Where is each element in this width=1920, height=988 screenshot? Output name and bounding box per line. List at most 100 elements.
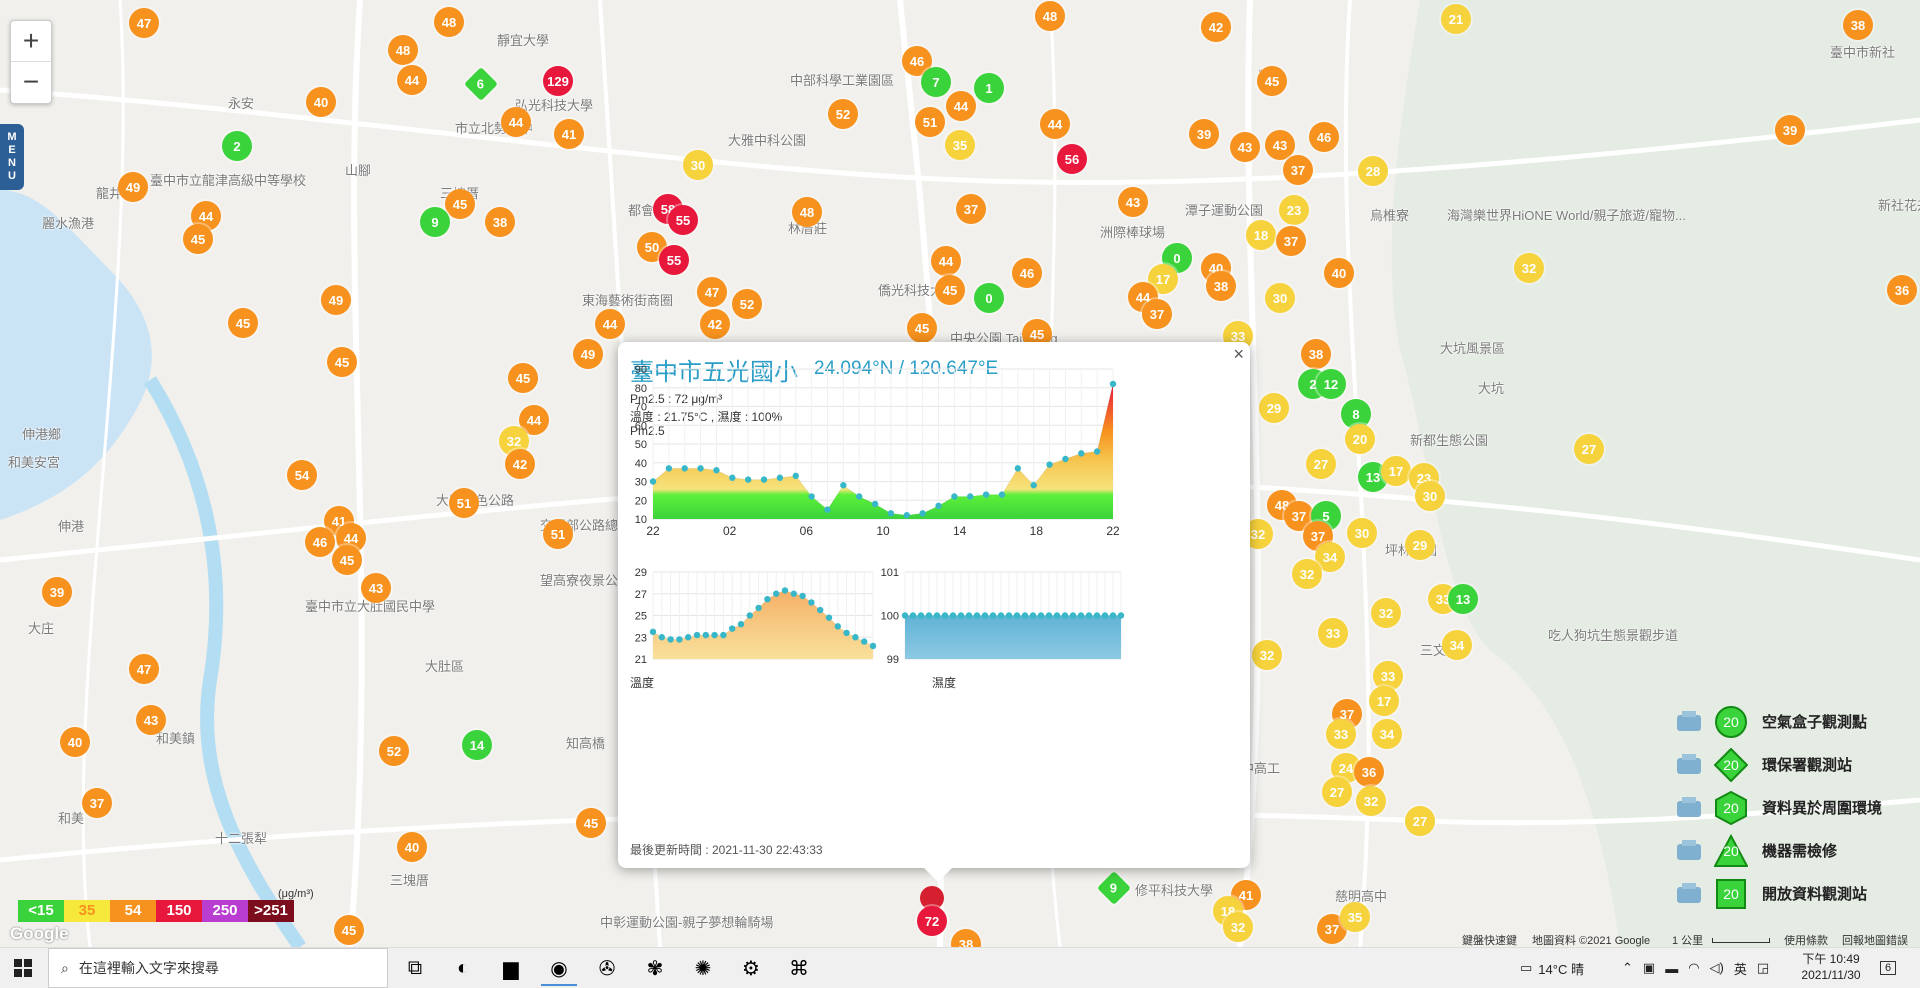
airbox-marker[interactable]: 45 <box>183 224 213 254</box>
airbox-marker[interactable]: 38 <box>1206 271 1236 301</box>
airbox-marker[interactable]: 51 <box>449 488 479 518</box>
airbox-marker[interactable]: 45 <box>1257 66 1287 96</box>
airbox-marker[interactable]: 46 <box>305 527 335 557</box>
airbox-marker[interactable]: 55 <box>659 245 689 275</box>
airbox-marker[interactable]: 56 <box>1057 144 1087 174</box>
airbox-marker[interactable]: 49 <box>321 285 351 315</box>
airbox-marker[interactable]: 45 <box>508 363 538 393</box>
airbox-marker[interactable]: 36 <box>1354 757 1384 787</box>
airbox-marker[interactable]: 47 <box>129 8 159 38</box>
airbox-marker[interactable]: 45 <box>332 545 362 575</box>
battery-icon[interactable]: ▬ <box>1665 961 1678 976</box>
airbox-marker[interactable]: 52 <box>379 736 409 766</box>
app-icon-5[interactable]: ✇ <box>589 952 625 984</box>
airbox-marker[interactable]: 45 <box>576 808 606 838</box>
airbox-marker[interactable]: 35 <box>1340 902 1370 932</box>
airbox-marker[interactable]: 52 <box>828 99 858 129</box>
airbox-marker[interactable]: 37 <box>956 194 986 224</box>
airbox-marker[interactable]: 32 <box>1514 253 1544 283</box>
airbox-marker[interactable]: 23 <box>1279 195 1309 225</box>
airbox-marker[interactable]: 40 <box>1324 258 1354 288</box>
airbox-marker[interactable]: 44 <box>501 107 531 137</box>
edge-icon[interactable]: ◐ <box>445 952 481 984</box>
airbox-marker[interactable]: 39 <box>1775 115 1805 145</box>
taskbar-search-box[interactable]: ⌕ 在這裡輸入文字來搜尋 <box>48 948 388 988</box>
airbox-marker[interactable]: 45 <box>907 313 937 343</box>
airbox-marker[interactable]: 32 <box>1371 598 1401 628</box>
chevron-up-icon[interactable]: ⌃ <box>1622 960 1633 976</box>
airbox-marker[interactable]: 44 <box>397 65 427 95</box>
airbox-marker[interactable]: 0 <box>974 283 1004 313</box>
airbox-marker[interactable]: 29 <box>1259 393 1289 423</box>
app-icon-6[interactable]: ✾ <box>637 952 673 984</box>
airbox-marker[interactable]: 51 <box>915 107 945 137</box>
airbox-marker[interactable]: 43 <box>1230 132 1260 162</box>
airbox-marker[interactable]: 28 <box>1358 156 1388 186</box>
airbox-marker[interactable]: 39 <box>42 577 72 607</box>
keyboard-shortcuts-link[interactable]: 鍵盤快速鍵 <box>1462 932 1517 947</box>
airbox-marker[interactable]: 37 <box>1142 299 1172 329</box>
app-icon-8[interactable]: ⚙ <box>733 952 769 984</box>
menu-button[interactable]: M E N U <box>0 124 24 190</box>
zoom-in-button[interactable]: + <box>11 21 51 62</box>
airbox-marker[interactable]: 34 <box>1372 719 1402 749</box>
airbox-marker[interactable]: 32 <box>1252 640 1282 670</box>
airbox-marker[interactable]: 34 <box>1442 630 1472 660</box>
airbox-marker[interactable]: 27 <box>1405 806 1435 836</box>
airbox-marker[interactable]: 30 <box>1415 481 1445 511</box>
airbox-marker[interactable]: 48 <box>792 197 822 227</box>
airbox-marker[interactable]: 45 <box>334 915 364 945</box>
airbox-marker[interactable]: 21 <box>1441 4 1471 34</box>
file-explorer-icon[interactable]: ▆ <box>493 952 529 984</box>
airbox-marker[interactable]: 18 <box>1246 220 1276 250</box>
airbox-marker[interactable]: 35 <box>945 130 975 160</box>
network-icon[interactable]: ◠ <box>1688 960 1699 976</box>
airbox-marker[interactable]: 30 <box>1347 518 1377 548</box>
airbox-marker[interactable]: 20 <box>1345 424 1375 454</box>
airbox-marker[interactable]: 37 <box>1276 226 1306 256</box>
airbox-marker[interactable]: 40 <box>306 87 336 117</box>
airbox-marker[interactable]: 32 <box>1356 786 1386 816</box>
airbox-marker[interactable]: 9 <box>420 207 450 237</box>
weather-widget[interactable]: ▭ 14°C 晴 <box>1520 948 1584 988</box>
airbox-marker[interactable]: 38 <box>485 207 515 237</box>
airbox-marker[interactable]: 39 <box>1189 119 1219 149</box>
airbox-marker[interactable]: 27 <box>1574 434 1604 464</box>
airbox-marker[interactable]: 40 <box>397 832 427 862</box>
airbox-marker[interactable]: 42 <box>700 309 730 339</box>
airbox-marker[interactable]: 12 <box>1316 369 1346 399</box>
airbox-marker[interactable]: 2 <box>222 131 252 161</box>
airbox-marker[interactable]: 37 <box>82 788 112 818</box>
app-icon-7[interactable]: ✺ <box>685 952 721 984</box>
airbox-marker[interactable]: 45 <box>935 275 965 305</box>
airbox-marker[interactable]: 43 <box>361 573 391 603</box>
airbox-marker[interactable]: 32 <box>1223 912 1253 942</box>
airbox-marker[interactable]: 51 <box>543 519 573 549</box>
airbox-marker[interactable]: 38 <box>1301 339 1331 369</box>
airbox-marker[interactable]: 40 <box>60 727 90 757</box>
selected-station-marker[interactable]: 72 <box>917 906 947 936</box>
airbox-marker[interactable]: 13 <box>1448 584 1478 614</box>
airbox-marker[interactable]: 48 <box>1035 1 1065 31</box>
app-icon-9[interactable]: ⌘ <box>781 952 817 984</box>
airbox-marker[interactable]: 45 <box>327 347 357 377</box>
airbox-marker[interactable]: 32 <box>1292 559 1322 589</box>
airbox-marker[interactable]: 47 <box>697 277 727 307</box>
airbox-marker[interactable]: 49 <box>573 339 603 369</box>
airbox-marker[interactable]: 41 <box>554 119 584 149</box>
airbox-marker[interactable]: 42 <box>505 449 535 479</box>
task-view-icon[interactable]: ⧉ <box>397 952 433 984</box>
airbox-marker[interactable]: 48 <box>434 7 464 37</box>
airbox-marker[interactable]: 36 <box>1887 275 1917 305</box>
airbox-marker[interactable]: 33 <box>1318 618 1348 648</box>
airbox-marker[interactable]: 38 <box>1843 10 1873 40</box>
airbox-marker[interactable]: 47 <box>129 654 159 684</box>
map[interactable]: 靜宜大學弘光科技大學市立北勢國中山腳三塊厝臺中市立龍津高級中等學校龍井麗水漁港永… <box>0 0 1920 947</box>
airbox-marker[interactable]: 29 <box>1405 530 1435 560</box>
airbox-marker[interactable]: 43 <box>1118 187 1148 217</box>
airbox-marker[interactable]: 44 <box>595 309 625 339</box>
clock[interactable]: 下午 10:49 2021/11/30 <box>1796 951 1866 983</box>
airbox-marker[interactable]: 30 <box>1265 283 1295 313</box>
airbox-marker[interactable]: 43 <box>136 705 166 735</box>
airbox-marker[interactable]: 33 <box>1326 719 1356 749</box>
